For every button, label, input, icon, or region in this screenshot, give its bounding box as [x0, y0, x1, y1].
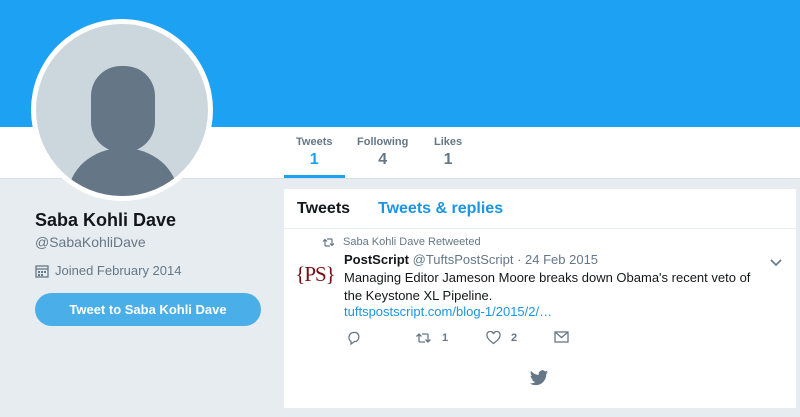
- like-count: 2: [511, 332, 518, 344]
- reply-button[interactable]: [347, 331, 362, 345]
- profile-name: Saba Kohli Dave: [35, 210, 177, 230]
- tab-tweets[interactable]: Tweets: [297, 200, 350, 218]
- stat-following-value: 4: [378, 151, 388, 168]
- active-stat-underline: [284, 175, 345, 178]
- tweet-to-button[interactable]: Tweet to Saba Kohli Dave: [35, 293, 261, 326]
- stat-tweets[interactable]: Tweets 1: [296, 136, 332, 169]
- postscript-logo[interactable]: {PS}: [295, 259, 336, 289]
- default-avatar-image: [36, 24, 208, 196]
- default-profile-icon: [68, 66, 178, 196]
- stat-following-label: Following: [357, 136, 409, 148]
- tweet-author[interactable]: PostScript: [344, 252, 409, 267]
- bird-logo-icon: [529, 370, 549, 386]
- retweet-icon: [416, 333, 431, 343]
- stat-likes-value: 1: [443, 151, 453, 168]
- retweet-context-text: Saba Kohli Dave Retweeted: [343, 236, 481, 248]
- tweet-meta[interactable]: @TuftsPostScript · 24 Feb 2015: [409, 252, 598, 267]
- timeline: Tweets Tweets & replies Saba Kohli Dave …: [284, 189, 796, 408]
- tweet-text: Managing Editor Jameson Moore breaks dow…: [344, 270, 751, 303]
- heart-icon: [486, 331, 501, 345]
- retweet-button[interactable]: 1: [415, 331, 448, 345]
- tweet-header: PostScript @TuftsPostScript · 24 Feb 201…: [344, 252, 598, 267]
- calendar-icon: [35, 264, 49, 278]
- avatar[interactable]: [31, 19, 213, 201]
- stat-likes[interactable]: Likes 1: [434, 136, 462, 169]
- retweet-count: 1: [442, 332, 449, 344]
- tab-tweets-replies[interactable]: Tweets & replies: [378, 200, 503, 218]
- chevron-down-icon: [770, 259, 782, 267]
- joined-text: Joined February 2014: [55, 263, 182, 278]
- joined-date: Joined February 2014: [35, 263, 181, 278]
- envelope-icon: [554, 331, 569, 343]
- retweet-context: Saba Kohli Dave Retweeted: [322, 236, 481, 248]
- like-button[interactable]: 2: [486, 331, 517, 345]
- retweet-small-icon: [322, 237, 335, 247]
- stat-following[interactable]: Following 4: [357, 136, 408, 169]
- stat-tweets-value: 1: [309, 151, 319, 168]
- tweet-actions: 1 2: [344, 331, 744, 349]
- reply-icon: [348, 331, 360, 345]
- profile-handle[interactable]: @SabaKohliDave: [35, 234, 146, 250]
- timeline-tabs: Tweets Tweets & replies: [284, 189, 796, 229]
- tweet-link[interactable]: tuftspostscript.com/blog-1/2015/2/…: [344, 304, 552, 319]
- twitter-bird-icon[interactable]: [529, 370, 549, 392]
- tweet-menu-caret[interactable]: [770, 254, 782, 272]
- direct-message-button[interactable]: [554, 331, 569, 343]
- stat-likes-label: Likes: [434, 136, 463, 148]
- stat-tweets-label: Tweets: [296, 136, 333, 148]
